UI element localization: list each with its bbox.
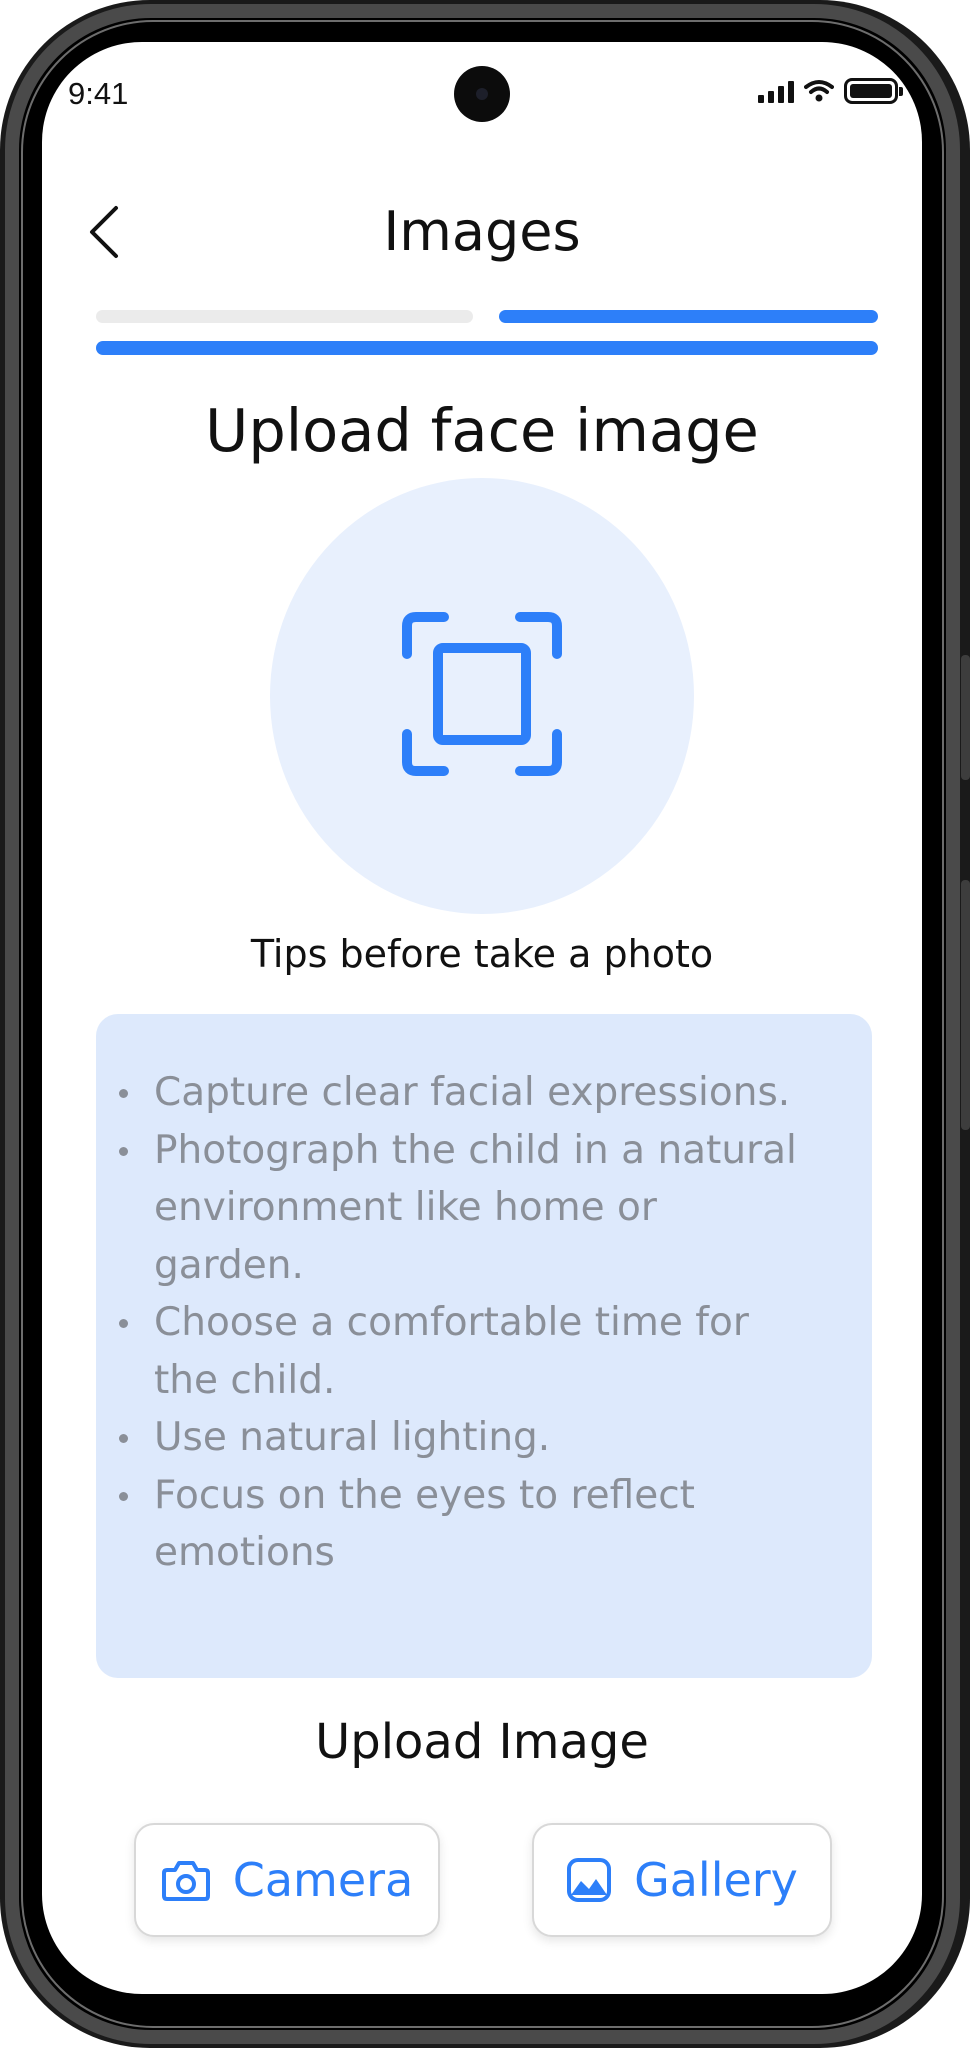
progress-step-1	[96, 310, 473, 323]
wifi-icon	[804, 80, 834, 102]
tip-item: Use natural lighting.	[119, 1409, 814, 1467]
status-icons	[758, 78, 903, 104]
gallery-icon	[567, 1858, 612, 1902]
tip-item: Focus on the eyes to reflect emotions	[119, 1467, 814, 1582]
phone-frame: 9:41 Images Upload face image Tips befor…	[0, 0, 970, 2048]
gallery-button[interactable]: Gallery	[532, 1823, 832, 1937]
tip-item: Capture clear facial expressions.	[119, 1064, 814, 1122]
camera-button[interactable]: Camera	[134, 1823, 440, 1937]
signal-icon	[758, 79, 794, 103]
camera-icon	[161, 1861, 210, 1901]
camera-button-label: Camera	[232, 1853, 414, 1907]
upload-image-label: Upload Image	[315, 1714, 649, 1770]
screen: 9:41 Images Upload face image Tips befor…	[42, 42, 922, 1994]
front-camera	[454, 66, 510, 122]
status-time: 9:41	[68, 76, 129, 111]
progress-step-2	[499, 310, 878, 323]
tip-item: Photograph the child in a natural enviro…	[119, 1122, 814, 1295]
gallery-button-label: Gallery	[634, 1853, 798, 1907]
section-title: Upload face image	[205, 396, 759, 465]
tips-heading: Tips before take a photo	[250, 932, 714, 976]
tips-list: Capture clear facial expressions. Photog…	[119, 1064, 814, 1582]
power-button	[961, 655, 970, 780]
face-frame-icon	[402, 612, 562, 776]
volume-button	[961, 880, 970, 1130]
battery-icon	[844, 78, 903, 104]
progress-bar	[96, 341, 878, 355]
tip-item: Choose a comfortable time for the child.	[119, 1294, 814, 1409]
page-title: Images	[383, 200, 581, 263]
